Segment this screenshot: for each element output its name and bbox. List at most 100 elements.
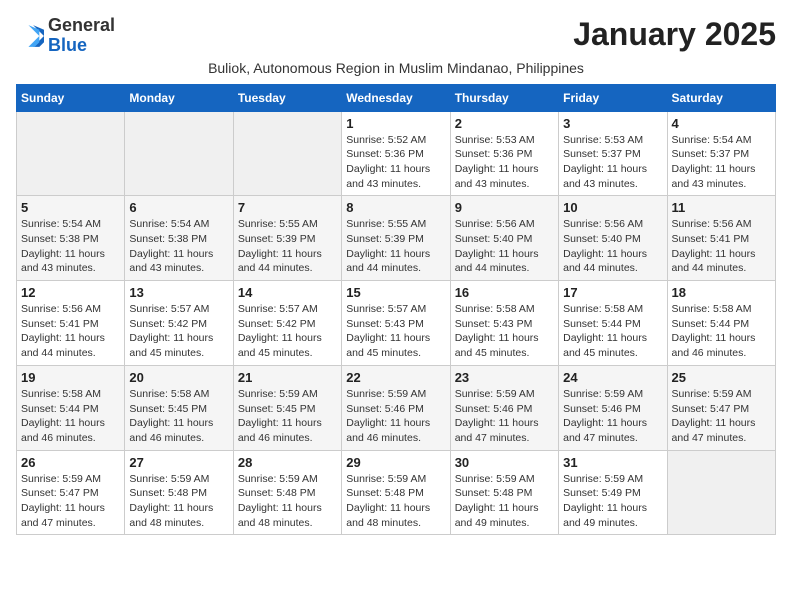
- day-cell-25: 25 Sunrise: 5:59 AMSunset: 5:47 PMDayligh…: [667, 365, 775, 450]
- header-row: SundayMondayTuesdayWednesdayThursdayFrid…: [17, 84, 776, 111]
- day-info: Sunrise: 5:52 AMSunset: 5:36 PMDaylight:…: [346, 133, 445, 192]
- column-header-wednesday: Wednesday: [342, 84, 450, 111]
- day-info: Sunrise: 5:59 AMSunset: 5:48 PMDaylight:…: [346, 472, 445, 531]
- day-cell-16: 16 Sunrise: 5:58 AMSunset: 5:43 PMDayligh…: [450, 281, 558, 366]
- day-info: Sunrise: 5:55 AMSunset: 5:39 PMDaylight:…: [238, 217, 337, 276]
- day-cell-17: 17Sunrise: 5:58 AMSunset: 5:44 PMDayligh…: [559, 281, 667, 366]
- day-number: 7: [238, 200, 337, 215]
- day-number: 15: [346, 285, 445, 300]
- logo-icon: [16, 22, 44, 50]
- day-number: 23: [455, 370, 554, 385]
- day-number: 26: [21, 455, 120, 470]
- day-cell-9: 9Sunrise: 5:56 AMSunset: 5:40 PMDaylight…: [450, 196, 558, 281]
- day-cell-22: 22 Sunrise: 5:59 AMSunset: 5:46 PMDayligh…: [342, 365, 450, 450]
- day-number: 4: [672, 116, 771, 131]
- day-cell-13: 13Sunrise: 5:57 AMSunset: 5:42 PMDayligh…: [125, 281, 233, 366]
- day-cell-29: 29 Sunrise: 5:59 AMSunset: 5:48 PMDayligh…: [342, 450, 450, 535]
- day-info: Sunrise: 5:59 AMSunset: 5:45 PMDaylight:…: [238, 387, 337, 446]
- empty-cell: [125, 111, 233, 196]
- day-number: 18: [672, 285, 771, 300]
- header: General Blue January 2025: [16, 16, 776, 56]
- day-cell-28: 28 Sunrise: 5:59 AMSunset: 5:48 PMDayligh…: [233, 450, 341, 535]
- day-cell-20: 20Sunrise: 5:58 AMSunset: 5:45 PMDayligh…: [125, 365, 233, 450]
- day-info: Sunrise: 5:59 AMSunset: 5:48 PMDaylight:…: [238, 472, 337, 531]
- day-cell-14: 14 Sunrise: 5:57 AMSunset: 5:42 PMDayligh…: [233, 281, 341, 366]
- day-info: Sunrise: 5:59 AMSunset: 5:46 PMDaylight:…: [346, 387, 445, 446]
- day-number: 21: [238, 370, 337, 385]
- day-cell-27: 27 Sunrise: 5:59 AMSunset: 5:48 PMDayligh…: [125, 450, 233, 535]
- day-number: 5: [21, 200, 120, 215]
- day-info: Sunrise: 5:59 AMSunset: 5:47 PMDaylight:…: [21, 472, 120, 531]
- day-cell-24: 24 Sunrise: 5:59 AMSunset: 5:46 PMDayligh…: [559, 365, 667, 450]
- day-cell-4: 4 Sunrise: 5:54 AMSunset: 5:37 PMDaylight…: [667, 111, 775, 196]
- day-info: Sunrise: 5:59 AMSunset: 5:48 PMDaylight:…: [455, 472, 554, 531]
- day-number: 24: [563, 370, 662, 385]
- day-cell-2: 2 Sunrise: 5:53 AMSunset: 5:36 PMDaylight…: [450, 111, 558, 196]
- day-info: Sunrise: 5:53 AMSunset: 5:36 PMDaylight:…: [455, 133, 554, 192]
- day-cell-31: 31 Sunrise: 5:59 AMSunset: 5:49 PMDayligh…: [559, 450, 667, 535]
- column-header-tuesday: Tuesday: [233, 84, 341, 111]
- day-number: 2: [455, 116, 554, 131]
- day-info: Sunrise: 5:56 AMSunset: 5:40 PMDaylight:…: [455, 217, 554, 276]
- column-header-thursday: Thursday: [450, 84, 558, 111]
- column-header-saturday: Saturday: [667, 84, 775, 111]
- day-cell-12: 12Sunrise: 5:56 AMSunset: 5:41 PMDayligh…: [17, 281, 125, 366]
- day-cell-19: 19 Sunrise: 5:58 AMSunset: 5:44 PMDayligh…: [17, 365, 125, 450]
- day-number: 22: [346, 370, 445, 385]
- day-info: Sunrise: 5:54 AMSunset: 5:38 PMDaylight:…: [21, 217, 120, 276]
- day-info: Sunrise: 5:58 AMSunset: 5:43 PMDaylight:…: [455, 302, 554, 361]
- calendar-table: SundayMondayTuesdayWednesdayThursdayFrid…: [16, 84, 776, 536]
- day-cell-21: 21 Sunrise: 5:59 AMSunset: 5:45 PMDayligh…: [233, 365, 341, 450]
- logo-text: General Blue: [48, 16, 115, 56]
- day-number: 31: [563, 455, 662, 470]
- day-cell-1: 1 Sunrise: 5:52 AMSunset: 5:36 PMDaylight…: [342, 111, 450, 196]
- day-number: 28: [238, 455, 337, 470]
- day-cell-26: 26 Sunrise: 5:59 AMSunset: 5:47 PMDayligh…: [17, 450, 125, 535]
- day-info: Sunrise: 5:57 AMSunset: 5:42 PMDaylight:…: [238, 302, 337, 361]
- empty-cell: [233, 111, 341, 196]
- day-cell-30: 30 Sunrise: 5:59 AMSunset: 5:48 PMDayligh…: [450, 450, 558, 535]
- day-number: 14: [238, 285, 337, 300]
- column-header-sunday: Sunday: [17, 84, 125, 111]
- day-info: Sunrise: 5:54 AMSunset: 5:37 PMDaylight:…: [672, 133, 771, 192]
- subtitle: Buliok, Autonomous Region in Muslim Mind…: [16, 60, 776, 76]
- day-cell-7: 7 Sunrise: 5:55 AMSunset: 5:39 PMDaylight…: [233, 196, 341, 281]
- day-number: 3: [563, 116, 662, 131]
- empty-cell: [667, 450, 775, 535]
- logo: General Blue: [16, 16, 115, 56]
- day-number: 25: [672, 370, 771, 385]
- day-info: Sunrise: 5:58 AMSunset: 5:45 PMDaylight:…: [129, 387, 228, 446]
- week-row-1: 1 Sunrise: 5:52 AMSunset: 5:36 PMDaylight…: [17, 111, 776, 196]
- day-info: Sunrise: 5:56 AMSunset: 5:40 PMDaylight:…: [563, 217, 662, 276]
- day-number: 17: [563, 285, 662, 300]
- day-number: 16: [455, 285, 554, 300]
- day-info: Sunrise: 5:53 AMSunset: 5:37 PMDaylight:…: [563, 133, 662, 192]
- week-row-4: 19 Sunrise: 5:58 AMSunset: 5:44 PMDayligh…: [17, 365, 776, 450]
- day-cell-18: 18Sunrise: 5:58 AMSunset: 5:44 PMDayligh…: [667, 281, 775, 366]
- day-cell-3: 3 Sunrise: 5:53 AMSunset: 5:37 PMDaylight…: [559, 111, 667, 196]
- month-title: January 2025: [573, 16, 776, 53]
- week-row-3: 12Sunrise: 5:56 AMSunset: 5:41 PMDayligh…: [17, 281, 776, 366]
- week-row-5: 26 Sunrise: 5:59 AMSunset: 5:47 PMDayligh…: [17, 450, 776, 535]
- day-cell-5: 5 Sunrise: 5:54 AMSunset: 5:38 PMDaylight…: [17, 196, 125, 281]
- day-info: Sunrise: 5:55 AMSunset: 5:39 PMDaylight:…: [346, 217, 445, 276]
- day-info: Sunrise: 5:59 AMSunset: 5:48 PMDaylight:…: [129, 472, 228, 531]
- day-number: 1: [346, 116, 445, 131]
- day-info: Sunrise: 5:59 AMSunset: 5:46 PMDaylight:…: [563, 387, 662, 446]
- day-info: Sunrise: 5:59 AMSunset: 5:49 PMDaylight:…: [563, 472, 662, 531]
- day-info: Sunrise: 5:59 AMSunset: 5:47 PMDaylight:…: [672, 387, 771, 446]
- day-number: 11: [672, 200, 771, 215]
- day-number: 29: [346, 455, 445, 470]
- week-row-2: 5 Sunrise: 5:54 AMSunset: 5:38 PMDaylight…: [17, 196, 776, 281]
- day-info: Sunrise: 5:57 AMSunset: 5:43 PMDaylight:…: [346, 302, 445, 361]
- day-info: Sunrise: 5:58 AMSunset: 5:44 PMDaylight:…: [21, 387, 120, 446]
- day-number: 8: [346, 200, 445, 215]
- day-number: 19: [21, 370, 120, 385]
- day-cell-8: 8 Sunrise: 5:55 AMSunset: 5:39 PMDaylight…: [342, 196, 450, 281]
- empty-cell: [17, 111, 125, 196]
- day-cell-11: 11Sunrise: 5:56 AMSunset: 5:41 PMDayligh…: [667, 196, 775, 281]
- day-number: 30: [455, 455, 554, 470]
- day-info: Sunrise: 5:54 AMSunset: 5:38 PMDaylight:…: [129, 217, 228, 276]
- day-number: 27: [129, 455, 228, 470]
- day-number: 6: [129, 200, 228, 215]
